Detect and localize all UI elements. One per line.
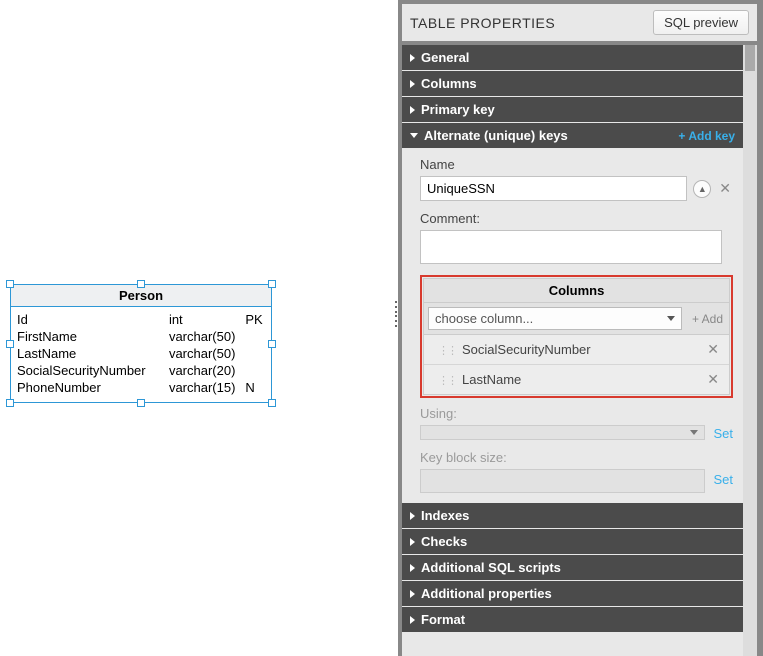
choose-column-placeholder: choose column...	[435, 311, 533, 326]
section-label: Format	[421, 612, 465, 627]
col-name: PhoneNumber	[17, 379, 169, 396]
column-name: SocialSecurityNumber	[462, 342, 591, 357]
selected-column-item[interactable]: ⋮⋮ LastName ✕	[424, 365, 729, 394]
section-label: Primary key	[421, 102, 495, 117]
col-type: varchar(20)	[169, 362, 245, 379]
choose-column-dropdown[interactable]: choose column...	[428, 307, 682, 330]
section-label: Additional properties	[421, 586, 552, 601]
panel-scroll: General Columns Primary key Alternate (u…	[402, 41, 757, 656]
chevron-down-icon	[690, 430, 698, 435]
scrollbar[interactable]	[743, 45, 757, 656]
resize-handle[interactable]	[6, 340, 14, 348]
section-label: Additional SQL scripts	[421, 560, 561, 575]
col-flag: PK	[245, 311, 265, 328]
section-label: Columns	[421, 76, 477, 91]
col-flag	[245, 345, 265, 362]
chevron-right-icon	[410, 54, 415, 62]
resize-handle[interactable]	[6, 399, 14, 407]
col-flag	[245, 362, 265, 379]
section-primary-key[interactable]: Primary key	[402, 97, 743, 123]
col-flag: N	[245, 379, 265, 396]
drag-handle-icon[interactable]: ⋮⋮	[438, 375, 456, 387]
set-using-link[interactable]: Set	[713, 426, 733, 441]
using-label: Using:	[420, 406, 733, 421]
col-type: varchar(50)	[169, 328, 245, 345]
block-size-input[interactable]	[420, 469, 705, 493]
remove-key-button[interactable]: ✕	[717, 180, 733, 197]
resize-handle[interactable]	[268, 399, 276, 407]
block-size-label: Key block size:	[420, 450, 733, 465]
entity-column-row[interactable]: FirstName varchar(50)	[17, 328, 265, 345]
diagram-canvas[interactable]: Person Id int PK FirstName varchar(50) L…	[0, 0, 396, 656]
col-name: SocialSecurityNumber	[17, 362, 169, 379]
chevron-right-icon	[410, 590, 415, 598]
col-name: FirstName	[17, 328, 169, 345]
scroll-thumb[interactable]	[745, 45, 755, 71]
add-column-button[interactable]: + Add	[686, 312, 729, 326]
columns-highlight-box: Columns choose column... + Add ⋮⋮ SocialS…	[420, 275, 733, 398]
properties-panel: TABLE PROPERTIES SQL preview General Col…	[398, 0, 763, 656]
section-label: Indexes	[421, 508, 469, 523]
col-flag	[245, 328, 265, 345]
entity-column-row[interactable]: SocialSecurityNumber varchar(20)	[17, 362, 265, 379]
add-key-link[interactable]: + Add key	[678, 129, 735, 143]
section-additional-properties[interactable]: Additional properties	[402, 581, 743, 607]
section-alternate-keys[interactable]: Alternate (unique) keys + Add key	[402, 123, 743, 149]
resize-handle[interactable]	[268, 340, 276, 348]
sql-preview-button[interactable]: SQL preview	[653, 10, 749, 35]
panel-title: TABLE PROPERTIES	[410, 15, 555, 31]
chevron-right-icon	[410, 80, 415, 88]
resize-handle[interactable]	[137, 399, 145, 407]
entity-person[interactable]: Person Id int PK FirstName varchar(50) L…	[10, 284, 272, 403]
section-columns[interactable]: Columns	[402, 71, 743, 97]
resize-handle[interactable]	[137, 280, 145, 288]
column-name: LastName	[462, 372, 521, 387]
col-type: int	[169, 311, 245, 328]
chevron-right-icon	[410, 564, 415, 572]
col-name: LastName	[17, 345, 169, 362]
resize-handle[interactable]	[6, 280, 14, 288]
section-indexes[interactable]: Indexes	[402, 503, 743, 529]
alternate-keys-body: Name ▲ ✕ Comment: Columns choose column.…	[402, 149, 743, 503]
chevron-right-icon	[410, 538, 415, 546]
chevron-right-icon	[410, 616, 415, 624]
section-format[interactable]: Format	[402, 607, 743, 633]
name-label: Name	[420, 157, 733, 172]
col-type: varchar(15)	[169, 379, 245, 396]
section-label: Alternate (unique) keys	[424, 128, 568, 143]
remove-column-button[interactable]: ✕	[705, 341, 721, 358]
col-type: varchar(50)	[169, 345, 245, 362]
section-label: General	[421, 50, 469, 65]
entity-column-row[interactable]: LastName varchar(50)	[17, 345, 265, 362]
chevron-right-icon	[410, 106, 415, 114]
drag-handle-icon[interactable]: ⋮⋮	[438, 345, 456, 357]
chevron-down-icon	[410, 133, 418, 138]
section-label: Checks	[421, 534, 467, 549]
using-dropdown[interactable]	[420, 425, 705, 440]
comment-textarea[interactable]	[420, 230, 722, 264]
key-name-input[interactable]	[420, 176, 687, 201]
chevron-right-icon	[410, 512, 415, 520]
entity-title[interactable]: Person	[11, 285, 271, 307]
collapse-up-button[interactable]: ▲	[693, 180, 711, 198]
comment-label: Comment:	[420, 211, 733, 226]
panel-header: TABLE PROPERTIES SQL preview	[402, 4, 757, 41]
section-checks[interactable]: Checks	[402, 529, 743, 555]
section-additional-sql[interactable]: Additional SQL scripts	[402, 555, 743, 581]
entity-column-row[interactable]: PhoneNumber varchar(15) N	[17, 379, 265, 396]
resize-handle[interactable]	[268, 280, 276, 288]
set-block-size-link[interactable]: Set	[713, 472, 733, 487]
col-name: Id	[17, 311, 169, 328]
columns-subtitle: Columns	[424, 279, 729, 303]
entity-columns: Id int PK FirstName varchar(50) LastName…	[11, 307, 271, 402]
selected-column-item[interactable]: ⋮⋮ SocialSecurityNumber ✕	[424, 335, 729, 365]
chevron-down-icon	[667, 316, 675, 321]
section-general[interactable]: General	[402, 45, 743, 71]
remove-column-button[interactable]: ✕	[705, 371, 721, 388]
entity-column-row[interactable]: Id int PK	[17, 311, 265, 328]
